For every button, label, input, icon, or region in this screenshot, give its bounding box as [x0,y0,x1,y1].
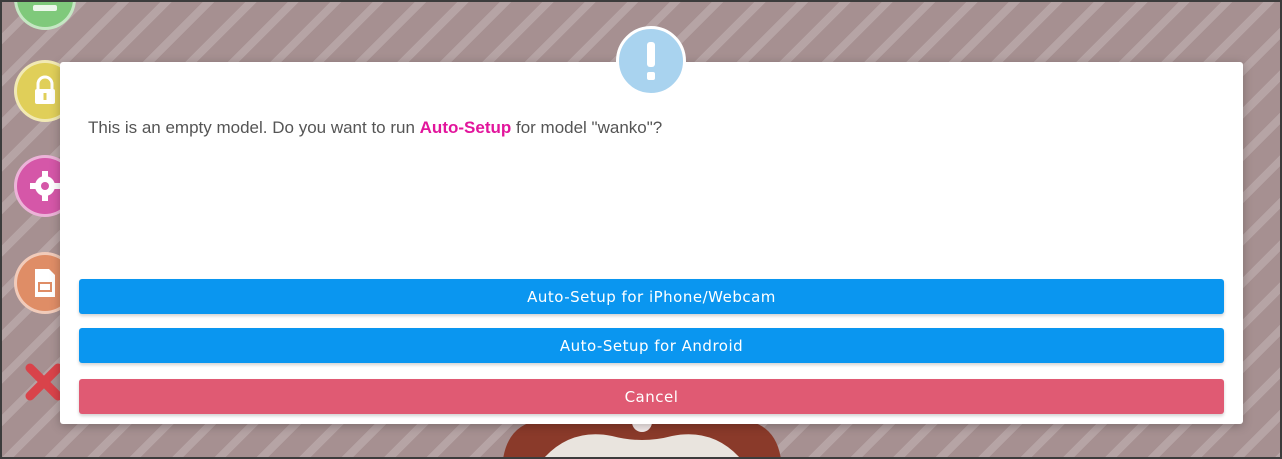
auto-setup-highlight: Auto-Setup [419,118,512,137]
load-file-icon [35,269,55,297]
sidebar-top-button[interactable] [14,2,76,30]
dialog-message: This is an empty model. Do you want to r… [88,118,662,138]
lock-icon [35,75,55,104]
cancel-button[interactable]: Cancel [79,379,1224,414]
app-background: This is an empty model. Do you want to r… [0,0,1282,459]
exclamation-icon [647,42,655,80]
alert-badge [616,26,686,96]
message-text-end: for model "wanko"? [511,118,663,137]
message-text-start: This is an empty model. Do you want to r… [88,118,420,137]
auto-setup-android-button[interactable]: Auto-Setup for Android [79,328,1224,363]
sidebar-icon [33,5,57,11]
auto-setup-dialog [60,62,1243,424]
close-icon[interactable] [24,362,64,402]
auto-setup-iphone-webcam-button[interactable]: Auto-Setup for iPhone/Webcam [79,279,1224,314]
gear-icon [30,171,60,201]
